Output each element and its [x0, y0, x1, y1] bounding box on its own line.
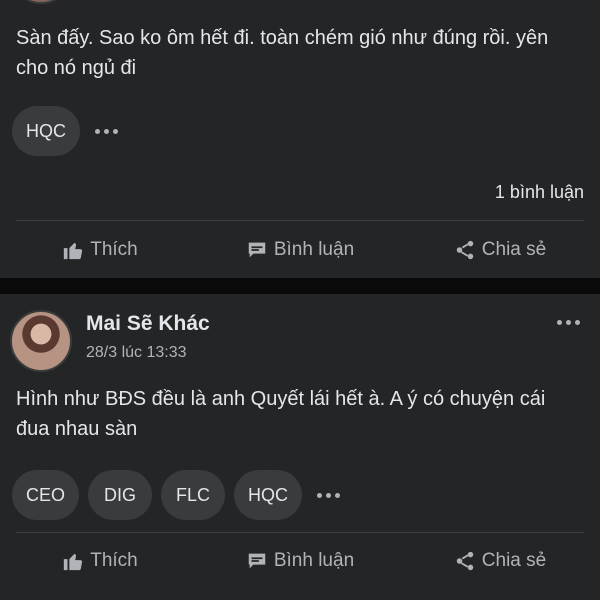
tag-chip[interactable]: DIG [88, 470, 153, 520]
like-label: Thích [90, 550, 138, 571]
action-bar: Thích Bình luận Chia sẻ [0, 230, 600, 270]
share-button[interactable]: Chia sẻ [400, 230, 600, 270]
post-text: Sàn đấy. Sao ko ôm hết đi. toàn chém gió… [16, 27, 549, 79]
share-label: Chia sẻ [481, 239, 547, 260]
more-tags-icon[interactable] [89, 106, 124, 156]
share-label: Chia sẻ [481, 550, 547, 571]
avatar[interactable] [10, 0, 72, 4]
tag-list: CEO DIG FLC HQC [12, 470, 346, 520]
comment-icon [248, 553, 266, 569]
comment-label: Bình luận [273, 550, 355, 571]
avatar[interactable] [10, 310, 72, 372]
news-feed: Sàn đấy. Sao ko ôm hết đi. toàn chém gió… [0, 0, 600, 600]
post-text: Hình như BĐS đều là anh Quyết lái hết à.… [16, 388, 546, 440]
divider [16, 220, 584, 221]
tag-chip[interactable]: HQC [12, 106, 80, 156]
like-icon [64, 554, 83, 571]
share-icon [456, 240, 474, 260]
tag-chip[interactable]: FLC [161, 470, 226, 520]
comment-button[interactable]: Bình luận [200, 230, 400, 270]
post-timestamp[interactable]: 28/3 lúc 13:33 [86, 344, 187, 362]
tag-chip[interactable]: CEO [12, 470, 80, 520]
comment-icon [248, 242, 266, 258]
post-card: Sàn đấy. Sao ko ôm hết đi. toàn chém gió… [0, 0, 600, 278]
share-icon [456, 551, 474, 571]
post-card: Mai Sẽ Khác 28/3 lúc 13:33 Hình như BĐS … [0, 294, 600, 600]
comment-label: Bình luận [273, 239, 355, 260]
author-name[interactable]: Mai Sẽ Khác [86, 312, 210, 336]
action-bar: Thích Bình luận Chia sẻ [0, 541, 600, 581]
like-button[interactable]: Thích [0, 541, 200, 581]
divider [16, 532, 584, 533]
comment-button[interactable]: Bình luận [200, 541, 400, 581]
comment-count[interactable]: 1 bình luận [495, 182, 584, 203]
like-button[interactable]: Thích [0, 230, 200, 270]
more-tags-icon[interactable] [311, 470, 346, 520]
like-icon [64, 243, 83, 260]
more-icon[interactable] [557, 320, 580, 325]
tag-list: HQC [12, 106, 124, 156]
like-label: Thích [90, 239, 138, 260]
tag-chip[interactable]: HQC [234, 470, 303, 520]
share-button[interactable]: Chia sẻ [400, 541, 600, 581]
